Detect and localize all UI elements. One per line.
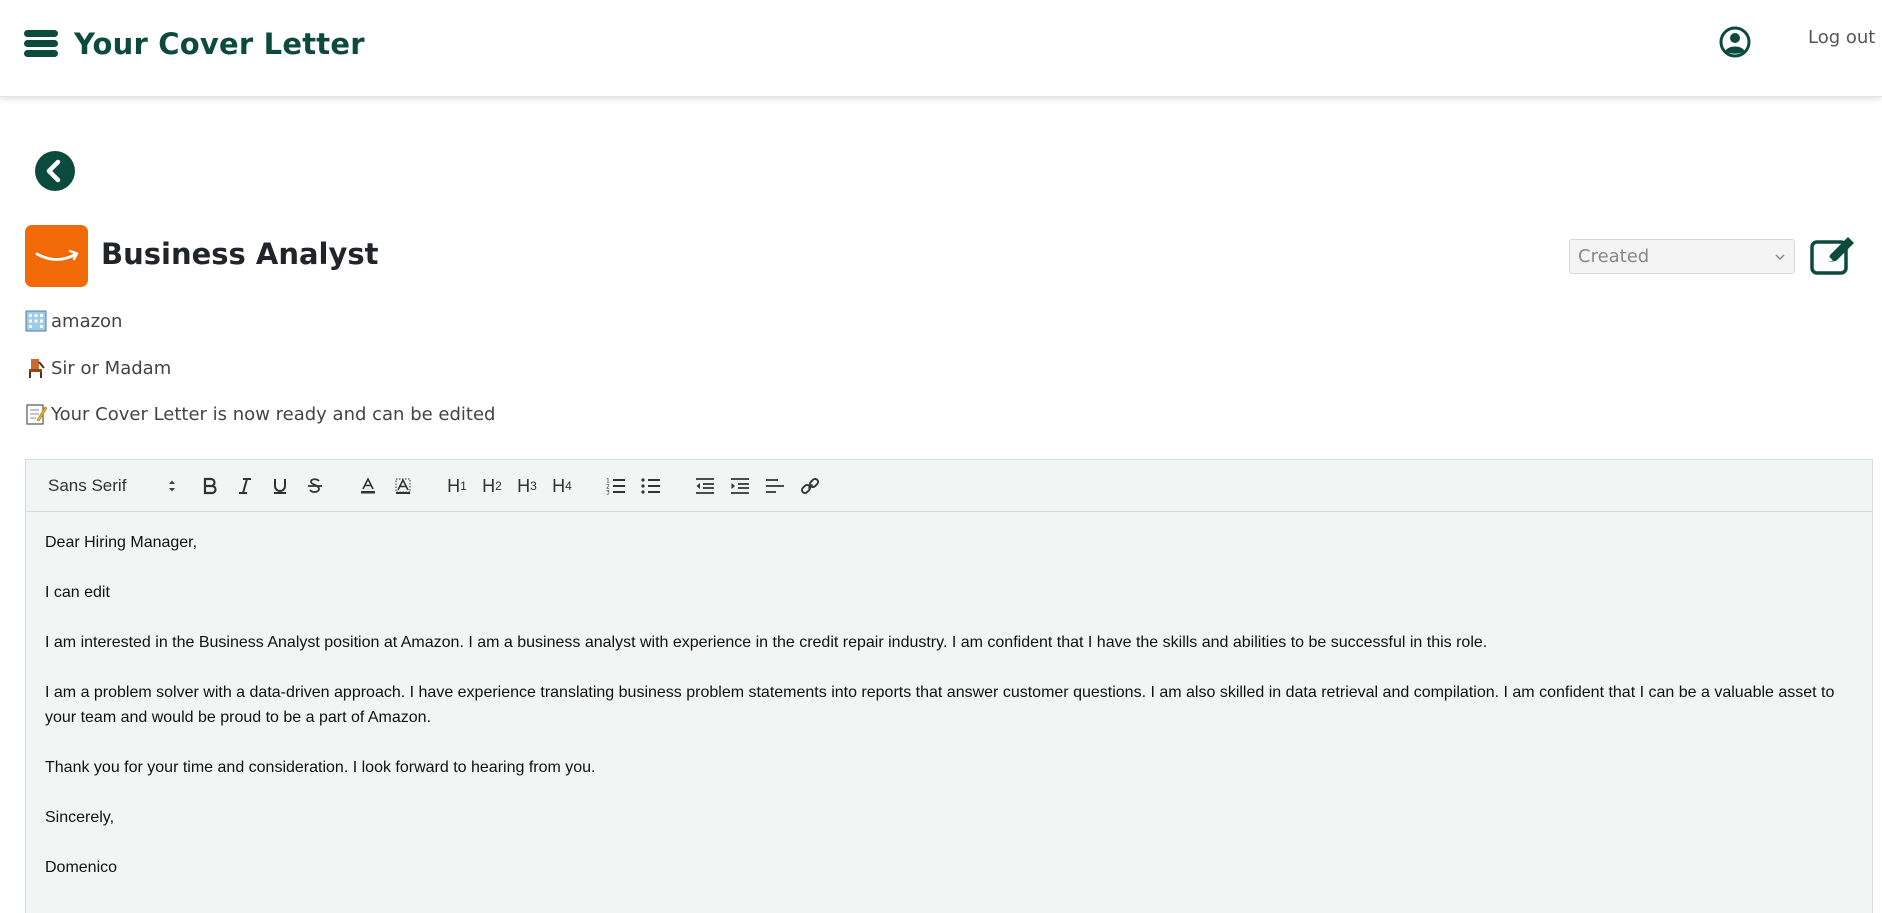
underline-button[interactable] <box>266 473 294 499</box>
outdent-button[interactable] <box>691 473 719 499</box>
chevron-down-icon <box>1775 253 1785 260</box>
brand-name: Your Cover Letter <box>74 27 365 61</box>
bullet-list-button[interactable] <box>637 473 665 499</box>
top-navbar: Your Cover Letter Log out <box>0 0 1882 97</box>
heading-3-button[interactable]: H3 <box>512 473 542 499</box>
letter-signature: Domenico <box>45 859 118 876</box>
company-name: amazon <box>51 310 123 332</box>
job-title: Business Analyst <box>101 237 379 271</box>
letter-paragraph: I am a problem solver with a data-driven… <box>45 684 1835 726</box>
svg-text:3: 3 <box>606 490 610 496</box>
strikethrough-icon <box>308 478 322 493</box>
align-button[interactable] <box>761 473 789 499</box>
back-arrow-icon[interactable] <box>35 151 75 191</box>
editor-content[interactable]: Dear Hiring Manager, I can edit I am int… <box>26 512 1872 913</box>
recipient-row: Sir or Madam <box>25 357 171 379</box>
letter-paragraph: I can edit <box>45 584 110 601</box>
menu-stack-icon <box>24 30 58 57</box>
text-color-icon <box>361 477 375 494</box>
cover-letter-editor: Sans Serif H1 H2 H3 H4 123 Dear Hiring M… <box>25 459 1873 913</box>
bold-icon <box>203 477 217 495</box>
company-logo <box>25 225 88 287</box>
outdent-icon <box>696 478 714 494</box>
heading-4-button[interactable]: H4 <box>547 473 577 499</box>
user-avatar-icon[interactable] <box>1719 26 1751 58</box>
letter-greeting: Dear Hiring Manager, <box>45 534 198 551</box>
underline-icon <box>274 479 286 494</box>
indent-icon <box>731 478 749 494</box>
italic-button[interactable] <box>231 473 259 499</box>
link-icon <box>801 478 819 494</box>
company-row: amazon <box>25 310 122 332</box>
text-color-button[interactable] <box>354 473 382 499</box>
sort-arrows-icon <box>169 480 175 492</box>
logout-link[interactable]: Log out <box>1808 27 1875 48</box>
align-left-icon <box>766 479 784 493</box>
letter-paragraph: Thank you for your time and consideratio… <box>45 759 596 776</box>
link-button[interactable] <box>796 473 824 499</box>
background-color-icon <box>395 478 411 494</box>
heading-2-button[interactable]: H2 <box>477 473 507 499</box>
editor-toolbar: Sans Serif H1 H2 H3 H4 123 <box>26 460 1872 512</box>
font-family-picker[interactable]: Sans Serif <box>48 473 176 499</box>
chair-icon <box>29 359 45 378</box>
amazon-smile-icon <box>35 249 78 261</box>
recipient-name: Sir or Madam <box>51 357 172 379</box>
ordered-list-icon: 123 <box>606 478 625 496</box>
memo-icon <box>26 404 47 425</box>
bullet-list-icon <box>641 478 660 494</box>
font-family-label: Sans Serif <box>48 476 127 495</box>
letter-paragraph: I am interested in the Business Analyst … <box>45 634 1488 651</box>
status-message: Your Cover Letter is now ready and can b… <box>51 403 496 425</box>
status-message-row: Your Cover Letter is now ready and can b… <box>25 403 495 425</box>
ordered-list-button[interactable]: 123 <box>602 473 630 499</box>
background-color-button[interactable] <box>389 473 417 499</box>
indent-button[interactable] <box>726 473 754 499</box>
italic-icon <box>239 478 251 494</box>
letter-closing: Sincerely, <box>45 809 115 826</box>
status-selected-value: Created <box>1578 246 1650 267</box>
bold-button[interactable] <box>196 473 224 499</box>
status-select[interactable]: Created <box>1569 239 1795 274</box>
edit-pencil-icon[interactable] <box>1810 234 1858 276</box>
office-building-icon <box>25 310 47 332</box>
strikethrough-button[interactable] <box>301 473 329 499</box>
brand[interactable]: Your Cover Letter <box>24 24 365 64</box>
heading-1-button[interactable]: H1 <box>442 473 472 499</box>
